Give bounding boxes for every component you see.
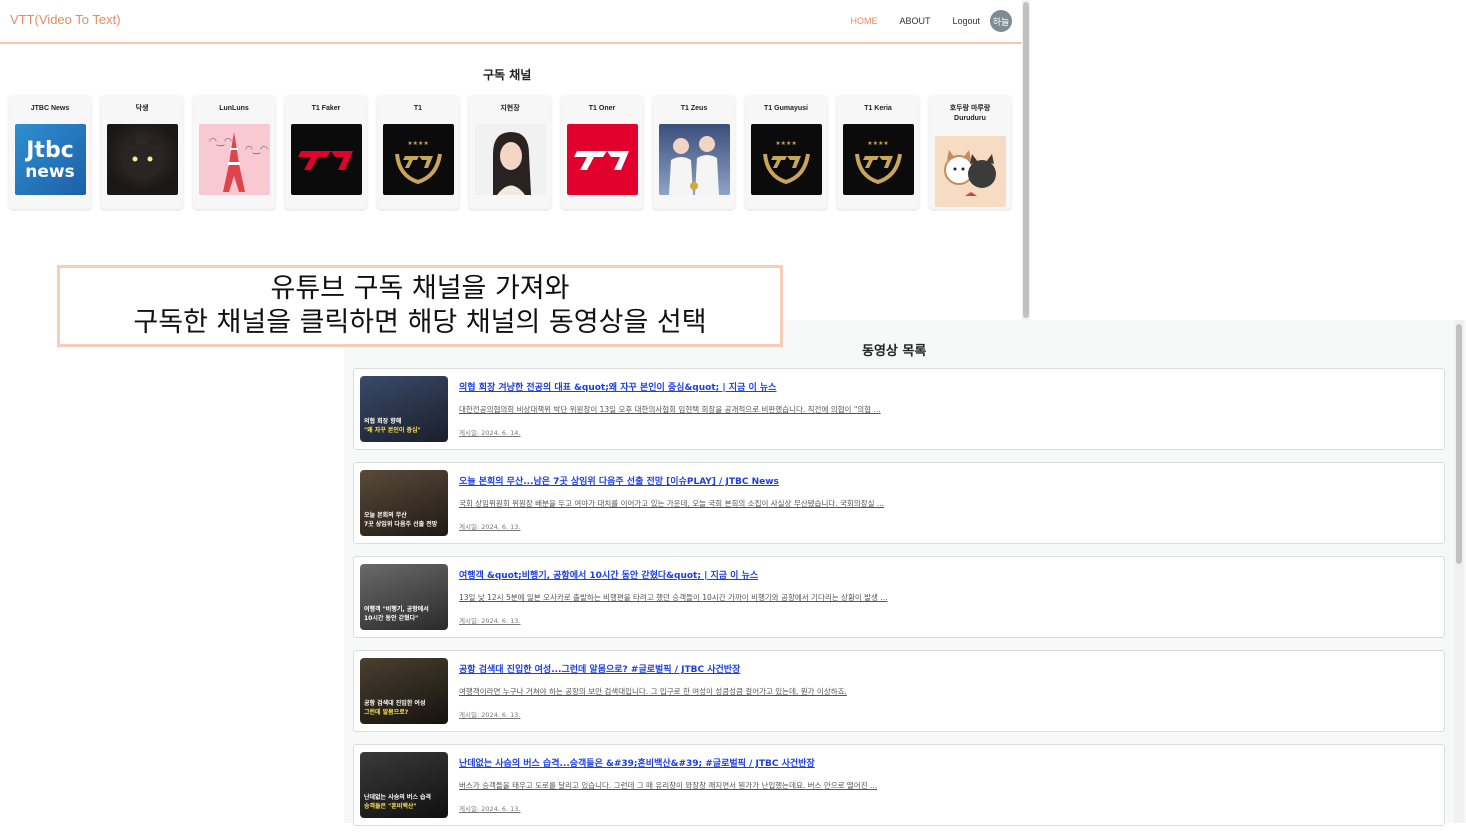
- svg-text:★★★★: ★★★★: [775, 140, 797, 147]
- video-title-link[interactable]: 여행객 &quot;비행기, 공항에서 10시간 동안 갇혔다&quot; | …: [459, 568, 758, 581]
- video-card[interactable]: 난데없는 사슴의 버스 습격 승객들은 "혼비백산" 난데없는 사슴의 버스 습…: [353, 744, 1445, 826]
- channel-name: 호두랑 마루랑 Duruduru: [949, 105, 991, 122]
- channel-card-jtbc-news[interactable]: JTBC News Jtbc news: [9, 95, 91, 209]
- video-title-link[interactable]: 오늘 본회의 무산...남은 7곳 상임위 다음주 선출 전망 [이슈PLAY]…: [459, 474, 779, 487]
- channel-name: T1 Keria: [864, 105, 892, 112]
- svg-text:★★★★: ★★★★: [407, 140, 429, 147]
- avatar[interactable]: 하늘: [990, 10, 1012, 32]
- channel-card-daksaeng[interactable]: 닥생: [101, 95, 183, 209]
- svg-text:◠‿◠: ◠‿◠: [209, 137, 232, 147]
- video-description: 국회 상임위원회 위원장 배분을 두고 여야가 대치를 이어가고 있는 가운데,…: [459, 499, 885, 508]
- channel-avatar-t1-logo: [290, 124, 362, 195]
- thumbnail-caption-highlight: 승객들은 "혼비백산": [364, 803, 417, 810]
- video-title-link[interactable]: 의협 회장 겨냥한 전공의 대표 &quot;왜 자꾸 본인이 중심&quot;…: [459, 380, 776, 393]
- channel-avatar-t1-laurel: ★★★★: [750, 124, 822, 195]
- channel-avatar-cats: [934, 136, 1006, 207]
- channel-name: T1 Zeus: [680, 105, 708, 112]
- channel-card-lunluns[interactable]: LunLuns ◠‿◠ ◠‿◠: [193, 95, 275, 209]
- nav-about-link[interactable]: ABOUT: [899, 16, 930, 26]
- video-date: 게시일: 2024. 6. 14.: [459, 429, 521, 437]
- channel-card-t1-keria[interactable]: T1 Keria ★★★★: [837, 95, 919, 209]
- nav-home-link[interactable]: HOME: [850, 16, 877, 26]
- brand-logo[interactable]: VTT(Video To Text): [10, 12, 121, 27]
- channel-name: T1: [413, 105, 423, 112]
- thumbnail-caption-highlight: "왜 자꾸 본인이 중심": [364, 427, 421, 434]
- channel-card-duruduru[interactable]: 호두랑 마루랑 Duruduru: [929, 95, 1011, 209]
- video-date: 게시일: 2024. 6. 13.: [459, 617, 521, 625]
- channels-scrollbar[interactable]: [1022, 0, 1030, 320]
- channel-name: T1 Oner: [588, 105, 616, 112]
- video-thumbnail[interactable]: 여행객 "비행기, 공항에서 10시간 동안 갇혔다": [360, 564, 448, 630]
- channel-name: T1 Faker: [311, 105, 341, 112]
- videos-scrollbar[interactable]: [1454, 320, 1464, 823]
- channels-title: 구독 채널: [483, 68, 532, 82]
- channel-name: 지현장: [500, 105, 520, 112]
- channel-avatar-zeus: [658, 124, 730, 195]
- thumbnail-caption-highlight: 10시간 동안 갇혔다": [364, 615, 419, 622]
- navbar: VTT(Video To Text) HOME ABOUT Logout 하늘: [0, 0, 1022, 44]
- channel-avatar-cat: [106, 124, 178, 195]
- video-title-link[interactable]: 공항 검색대 진입한 여성...그런데 알몸으로? #글로벌픽 / JTBC 사…: [459, 662, 740, 675]
- thumbnail-caption: 공항 검색대 진입한 여성: [364, 700, 426, 707]
- channel-list: JTBC News Jtbc news 닥생 LunLuns ◠‿◠ ◠‿◠ T1 …: [9, 95, 1011, 209]
- channel-avatar-t1-red: [566, 124, 638, 195]
- channel-avatar-t1-laurel: ★★★★: [382, 124, 454, 195]
- video-description: 13일 낮 12시 5분에 일본 오사카로 출발하는 비행편을 타려고 했던 승…: [459, 593, 888, 602]
- channel-card-t1-gumayusi[interactable]: T1 Gumayusi ★★★★: [745, 95, 827, 209]
- thumbnail-caption-highlight: 7곳 상임위 다음주 선출 전망: [364, 521, 438, 528]
- nav-logout-link[interactable]: Logout: [952, 16, 980, 26]
- svg-text:news: news: [25, 162, 74, 182]
- video-thumbnail[interactable]: 난데없는 사슴의 버스 습격 승객들은 "혼비백산": [360, 752, 448, 818]
- thumbnail-caption: 오늘 본회의 무산: [364, 512, 407, 519]
- channel-name: JTBC News: [30, 105, 70, 112]
- svg-text:★★★★: ★★★★: [867, 140, 889, 147]
- channel-avatar-tower: ◠‿◠ ◠‿◠: [198, 124, 270, 195]
- video-thumbnail[interactable]: 의협 회장 향해 "왜 자꾸 본인이 중심": [360, 376, 448, 442]
- videos-title: 동영상 목록: [862, 344, 927, 359]
- video-card[interactable]: 공항 검색대 진입한 여성 그런데 알몸으로? 공항 검색대 진입한 여성...…: [353, 650, 1445, 732]
- video-date: 게시일: 2024. 6. 13.: [459, 805, 521, 813]
- channel-avatar-jtbc: Jtbc news: [14, 124, 86, 195]
- thumbnail-caption: 난데없는 사슴의 버스 습격: [364, 794, 431, 801]
- channel-card-t1-zeus[interactable]: T1 Zeus: [653, 95, 735, 209]
- video-card[interactable]: 오늘 본회의 무산 7곳 상임위 다음주 선출 전망 오늘 본회의 무산...남…: [353, 462, 1445, 544]
- callout-line-2: 구독한 채널을 클릭하면 해당 채널의 동영상을 선택: [133, 307, 707, 338]
- video-title-link[interactable]: 난데없는 사슴의 버스 습격...승객들은 &#39;혼비백산&#39; #글로…: [459, 756, 815, 769]
- thumbnail-caption: 여행객 "비행기, 공항에서: [364, 606, 429, 613]
- svg-text:◠‿◠: ◠‿◠: [245, 145, 268, 155]
- channel-name: T1 Gumayusi: [764, 105, 808, 112]
- callout-line-1: 유튜브 구독 채널을 가져와: [270, 273, 570, 304]
- channel-card-t1-oner[interactable]: T1 Oner: [561, 95, 643, 209]
- video-card[interactable]: 의협 회장 향해 "왜 자꾸 본인이 중심" 의협 회장 겨냥한 전공의 대표 …: [353, 368, 1445, 450]
- channel-avatar-person: [474, 124, 546, 195]
- nav-links: HOME ABOUT Logout 하늘: [850, 10, 1012, 32]
- videos-window: 동영상 목록 의협 회장 향해 "왜 자꾸 본인이 중심" 의협 회장 겨냥한 …: [344, 320, 1466, 826]
- video-date: 게시일: 2024. 6. 13.: [459, 523, 521, 531]
- video-card[interactable]: 여행객 "비행기, 공항에서 10시간 동안 갇혔다" 여행객 &quot;비행…: [353, 556, 1445, 638]
- video-description: 여행객이라면 누구나 거쳐야 하는 공항의 보안 검색대입니다. 그 입구로 한…: [459, 687, 847, 696]
- video-date: 게시일: 2024. 6. 13.: [459, 711, 521, 719]
- svg-text:Jtbc: Jtbc: [24, 138, 74, 163]
- thumbnail-caption-highlight: 그런데 알몸으로?: [364, 709, 409, 716]
- channel-card-t1[interactable]: T1 ★★★★: [377, 95, 459, 209]
- channel-card-t1-faker[interactable]: T1 Faker: [285, 95, 367, 209]
- channel-name: LunLuns: [219, 105, 249, 112]
- annotation-callout: 유튜브 구독 채널을 가져와 구독한 채널을 클릭하면 해당 채널의 동영상을 …: [57, 265, 783, 347]
- video-description: 대한전공의협의회 비상대책위 박단 위원장이 13일 오후 대한의사협회 임현택…: [459, 405, 881, 414]
- channel-avatar-t1-laurel: ★★★★: [842, 124, 914, 195]
- video-list: 의협 회장 향해 "왜 자꾸 본인이 중심" 의협 회장 겨냥한 전공의 대표 …: [353, 368, 1445, 838]
- channel-card-jihyunjang[interactable]: 지현장: [469, 95, 551, 209]
- video-thumbnail[interactable]: 공항 검색대 진입한 여성 그런데 알몸으로?: [360, 658, 448, 724]
- video-description: 버스가 승객들을 태우고 도로를 달리고 있습니다. 그런데 그 때 유리창이 …: [459, 781, 878, 790]
- channel-name: 닥생: [135, 105, 149, 112]
- video-thumbnail[interactable]: 오늘 본회의 무산 7곳 상임위 다음주 선출 전망: [360, 470, 448, 536]
- thumbnail-caption: 의협 회장 향해: [364, 418, 402, 425]
